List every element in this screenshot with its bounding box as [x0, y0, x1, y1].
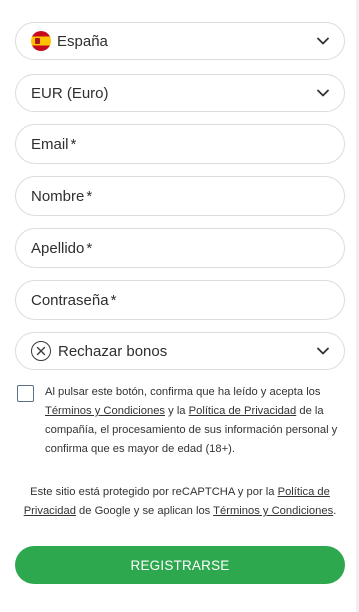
consent-checkbox[interactable] [17, 385, 34, 402]
consent-text-part: Al pulsar este botón, confirma que ha le… [45, 386, 321, 398]
consent-text-part: y la [165, 405, 189, 417]
country-select[interactable]: España [15, 22, 345, 60]
register-button[interactable]: REGISTRARSE [15, 546, 345, 584]
first-name-field[interactable]: Nombre * [15, 176, 345, 216]
last-name-placeholder: Apellido [31, 239, 85, 257]
chevron-down-icon [316, 34, 330, 48]
close-circle-icon [31, 341, 51, 361]
email-field[interactable]: Email * [15, 124, 345, 164]
email-placeholder: Email [31, 135, 69, 153]
password-placeholder: Contraseña [31, 291, 109, 309]
chevron-down-icon [316, 86, 330, 100]
terms-link[interactable]: Términos y Condiciones [45, 405, 165, 417]
password-field[interactable]: Contraseña * [15, 280, 345, 320]
required-asterisk: * [110, 291, 117, 309]
captcha-text-part: de Google y se aplican los [75, 505, 214, 517]
chevron-down-icon [316, 344, 330, 358]
currency-select[interactable]: EUR (Euro) [15, 74, 345, 112]
required-asterisk: * [86, 239, 93, 257]
recaptcha-notice: Este sitio está protegido por reCAPTCHA … [20, 483, 340, 521]
privacy-link[interactable]: Política de Privacidad [189, 405, 297, 417]
required-asterisk: * [70, 135, 77, 153]
consent-text: Al pulsar este botón, confirma que ha le… [45, 383, 345, 459]
bonus-select[interactable]: Rechazar bonos [15, 332, 345, 370]
first-name-placeholder: Nombre [31, 187, 85, 205]
required-asterisk: * [86, 187, 93, 205]
currency-value: EUR (Euro) [31, 84, 109, 102]
captcha-text-part: Este sitio está protegido por reCAPTCHA … [30, 486, 278, 498]
bonus-value: Rechazar bonos [58, 342, 168, 360]
country-value: España [57, 32, 108, 50]
captcha-text-part: . [333, 505, 337, 517]
last-name-field[interactable]: Apellido * [15, 228, 345, 268]
google-terms-link[interactable]: Términos y Condiciones [213, 505, 333, 517]
spain-flag-icon [31, 31, 51, 51]
